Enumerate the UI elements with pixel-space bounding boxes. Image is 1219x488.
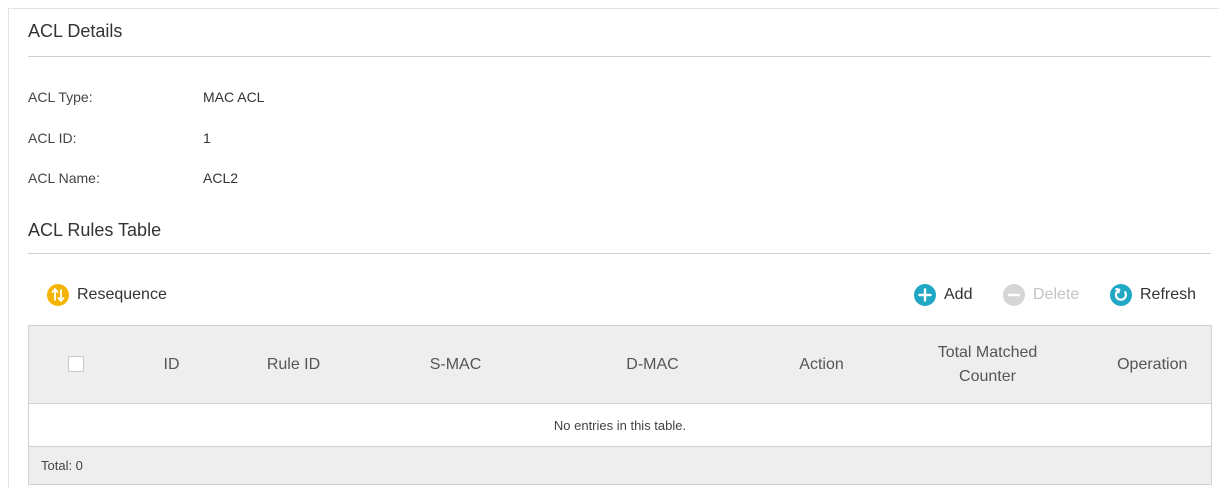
acl-id-value: 1 xyxy=(203,130,211,146)
acl-name-value: ACL2 xyxy=(203,170,239,186)
acl-rules-divider xyxy=(28,253,1211,254)
delete-button[interactable]: Delete xyxy=(1003,284,1079,306)
column-header-id[interactable]: ID xyxy=(123,325,220,404)
acl-rules-table-title: ACL Rules Table xyxy=(28,220,162,240)
table-header-row: ID Rule ID S-MAC D-MAC Action Total Matc… xyxy=(28,325,1212,404)
acl-type-label: ACL Type: xyxy=(28,89,93,105)
column-header-total-matched-counter-label: Total Matched Counter xyxy=(937,343,1038,385)
refresh-icon xyxy=(1110,284,1132,306)
select-all-header xyxy=(28,325,124,404)
refresh-button[interactable]: Refresh xyxy=(1110,284,1196,306)
total-row: Total: 0 xyxy=(28,446,1212,485)
acl-rules-table: ID Rule ID S-MAC D-MAC Action Total Matc… xyxy=(28,325,1212,485)
acl-name-label: ACL Name: xyxy=(28,170,100,186)
empty-message: No entries in this table. xyxy=(28,403,1212,447)
column-header-operation[interactable]: Operation xyxy=(1093,325,1212,404)
acl-type-value: MAC ACL xyxy=(203,89,265,105)
column-header-d-mac[interactable]: D-MAC xyxy=(543,325,762,404)
select-all-checkbox[interactable] xyxy=(68,356,85,373)
add-label: Add xyxy=(944,286,973,303)
empty-row: No entries in this table. xyxy=(28,403,1212,447)
acl-details-divider xyxy=(28,56,1211,57)
column-header-s-mac[interactable]: S-MAC xyxy=(367,325,544,404)
add-button[interactable]: Add xyxy=(914,284,972,306)
total-count: Total: 0 xyxy=(28,446,1212,485)
column-header-total-matched-counter[interactable]: Total Matched Counter xyxy=(881,325,1094,404)
resequence-label: Resequence xyxy=(77,286,167,303)
minus-circle-icon xyxy=(1003,284,1025,306)
acl-id-label: ACL ID: xyxy=(28,130,77,146)
resequence-button[interactable]: Resequence xyxy=(47,284,167,306)
column-header-rule-id[interactable]: Rule ID xyxy=(219,325,368,404)
resequence-icon xyxy=(47,284,69,306)
plus-circle-icon xyxy=(914,284,936,306)
delete-label: Delete xyxy=(1033,286,1080,303)
acl-details-title: ACL Details xyxy=(28,21,123,41)
column-header-action[interactable]: Action xyxy=(761,325,882,404)
refresh-label: Refresh xyxy=(1140,286,1197,303)
